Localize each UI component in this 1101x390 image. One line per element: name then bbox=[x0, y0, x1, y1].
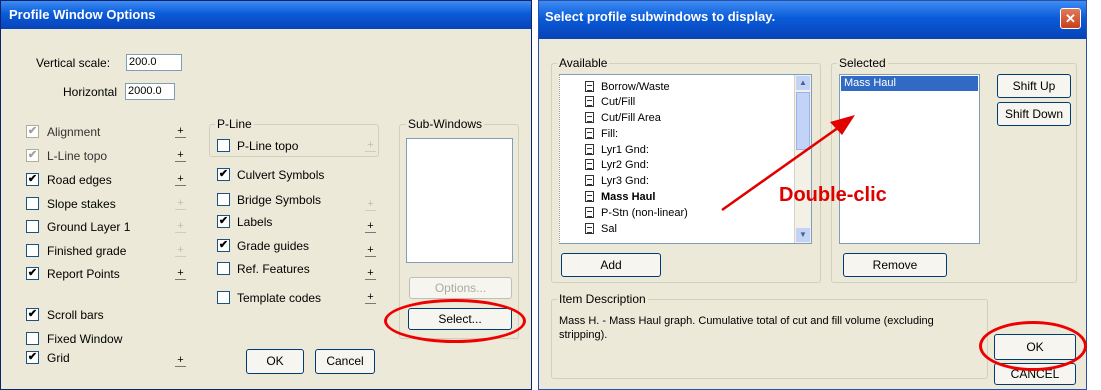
annotation-arrow bbox=[721, 115, 855, 212]
annotation-text: Double-clic bbox=[779, 184, 887, 206]
